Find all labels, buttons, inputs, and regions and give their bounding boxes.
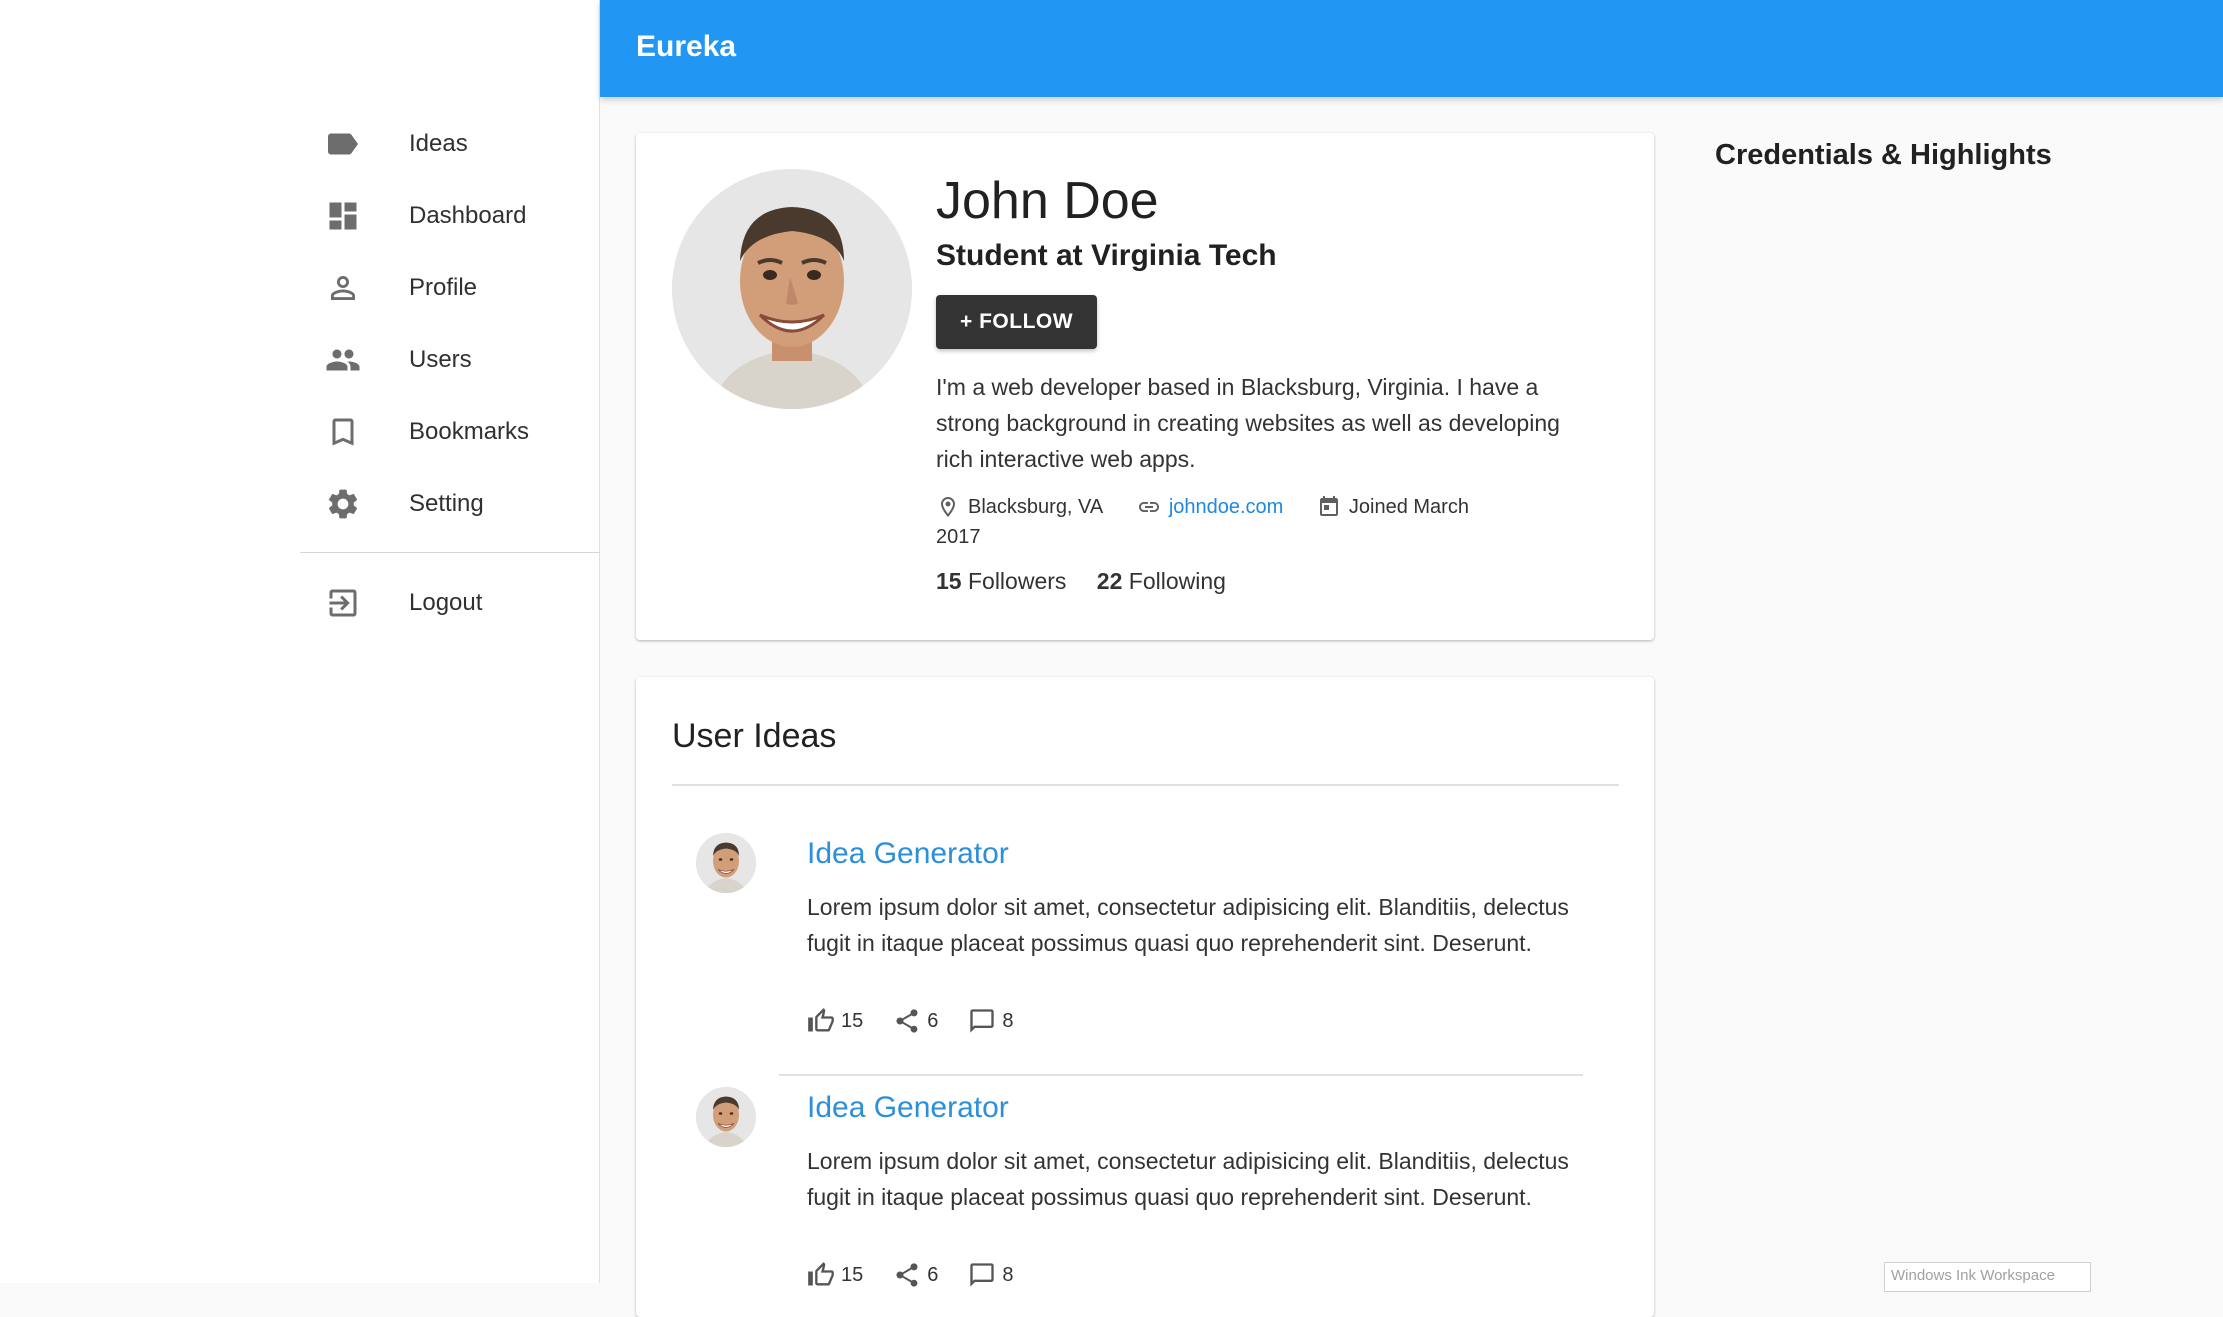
windows-ink-workspace-button[interactable]: Windows Ink Workspace xyxy=(1884,1262,2091,1292)
profile-bio: I'm a web developer based in Blacksburg,… xyxy=(936,374,1560,472)
profile-meta: Blacksburg, VA johndoe.com Joined March … xyxy=(936,491,1556,552)
comment-count: 8 xyxy=(1002,1009,1014,1032)
bookmark-icon xyxy=(325,414,361,450)
follow-button[interactable]: + FOLLOW xyxy=(936,295,1098,349)
profile-info: John Doe Student at Virginia Tech + FOLL… xyxy=(936,171,1596,595)
profile-avatar xyxy=(672,169,912,409)
comment-count: 8 xyxy=(1002,1263,1014,1286)
share-count: 6 xyxy=(927,1263,939,1286)
comment-button[interactable]: 8 xyxy=(968,1007,1014,1035)
person-icon xyxy=(325,270,361,306)
joined-text: Joined March xyxy=(1348,495,1469,518)
profile-name: John Doe xyxy=(936,172,1159,230)
logout-label: Logout xyxy=(409,589,483,616)
sidebar-item-label: Profile xyxy=(409,274,478,301)
link-icon xyxy=(1138,501,1159,512)
location-pin-icon xyxy=(941,496,955,517)
idea-actions: 15 6 8 xyxy=(807,1261,1044,1289)
ideas-title: User Ideas xyxy=(672,717,837,755)
comment-icon xyxy=(970,1009,995,1033)
sidebar: Ideas Dashboard Profile Users Bookmarks xyxy=(0,0,600,1283)
logout-icon xyxy=(325,585,361,621)
sidebar-item-label: Setting xyxy=(409,490,484,517)
share-count: 6 xyxy=(927,1009,939,1032)
sidebar-item-label: Ideas xyxy=(409,130,468,157)
share-button[interactable]: 6 xyxy=(893,1261,938,1289)
followers-label: Followers xyxy=(967,567,1067,594)
like-count: 15 xyxy=(841,1263,864,1286)
sidebar-item-bookmarks[interactable]: Bookmarks xyxy=(300,396,600,468)
share-button[interactable]: 6 xyxy=(893,1007,938,1035)
idea-actions: 15 6 8 xyxy=(807,1007,1044,1035)
joined-year: 2017 xyxy=(936,525,981,548)
sidebar-item-ideas[interactable]: Ideas xyxy=(300,108,600,180)
idea-title-link[interactable]: Idea Generator xyxy=(807,837,1009,871)
like-button[interactable]: 15 xyxy=(807,1007,863,1035)
thumb-up-icon xyxy=(808,1262,834,1286)
following-stat[interactable]: 22 Following xyxy=(1097,568,1226,594)
profile-location: Blacksburg, VA xyxy=(936,492,1103,522)
followers-count: 15 xyxy=(936,567,962,594)
idea-text: Lorem ipsum dolor sit amet, consectetur … xyxy=(807,1148,1569,1210)
sidebar-item-label: Users xyxy=(409,346,472,373)
idea-author-avatar[interactable] xyxy=(696,833,756,893)
share-icon xyxy=(896,1263,918,1287)
people-icon xyxy=(325,342,361,378)
sidebar-item-setting[interactable]: Setting xyxy=(300,468,600,540)
sidebar-item-label: Dashboard xyxy=(409,202,527,229)
followers-stat[interactable]: 15 Followers xyxy=(936,568,1066,594)
credentials-title: Credentials & Highlights xyxy=(1715,139,2052,171)
sidebar-logout: Logout xyxy=(300,567,600,639)
sidebar-item-users[interactable]: Users xyxy=(300,324,600,396)
idea-title-link[interactable]: Idea Generator xyxy=(807,1091,1009,1125)
profile-headline: Student at Virginia Tech xyxy=(936,239,1277,272)
thumb-up-icon xyxy=(808,1008,834,1032)
share-icon xyxy=(896,1009,918,1033)
following-count: 22 xyxy=(1096,567,1123,594)
sidebar-item-dashboard[interactable]: Dashboard xyxy=(300,180,600,252)
sidebar-divider xyxy=(300,552,600,553)
idea-separator xyxy=(779,1074,1583,1076)
sidebar-item-label: Bookmarks xyxy=(409,418,530,445)
sidebar-item-profile[interactable]: Profile xyxy=(300,252,600,324)
profile-joined: Joined March xyxy=(1317,492,1469,522)
like-count: 15 xyxy=(841,1009,864,1032)
following-label: Following xyxy=(1128,567,1226,594)
logout-button[interactable]: Logout xyxy=(300,567,600,639)
app-title[interactable]: Eureka xyxy=(636,30,736,64)
profile-card: John Doe Student at Virginia Tech + FOLL… xyxy=(636,133,1654,640)
ideas-divider xyxy=(672,784,1619,786)
comment-button[interactable]: 8 xyxy=(968,1261,1014,1289)
dashboard-icon xyxy=(325,198,361,234)
like-button[interactable]: 15 xyxy=(807,1261,863,1289)
label-icon xyxy=(325,126,361,162)
comment-icon xyxy=(970,1263,995,1287)
website-link[interactable]: johndoe.com xyxy=(1169,492,1284,522)
calendar-icon xyxy=(1319,495,1338,516)
location-text: Blacksburg, VA xyxy=(968,495,1104,518)
user-ideas-card: User Ideas Idea Generator Lorem ipsum do… xyxy=(636,677,1654,1317)
app-bar: Eureka xyxy=(600,0,2223,97)
idea-author-avatar[interactable] xyxy=(696,1087,756,1147)
profile-stats: 15 Followers 22 Following xyxy=(936,568,1596,595)
profile-website: johndoe.com xyxy=(1137,492,1284,522)
sidebar-nav: Ideas Dashboard Profile Users Bookmarks xyxy=(300,108,600,540)
gear-icon xyxy=(325,486,361,522)
idea-text: Lorem ipsum dolor sit amet, consectetur … xyxy=(807,894,1569,956)
